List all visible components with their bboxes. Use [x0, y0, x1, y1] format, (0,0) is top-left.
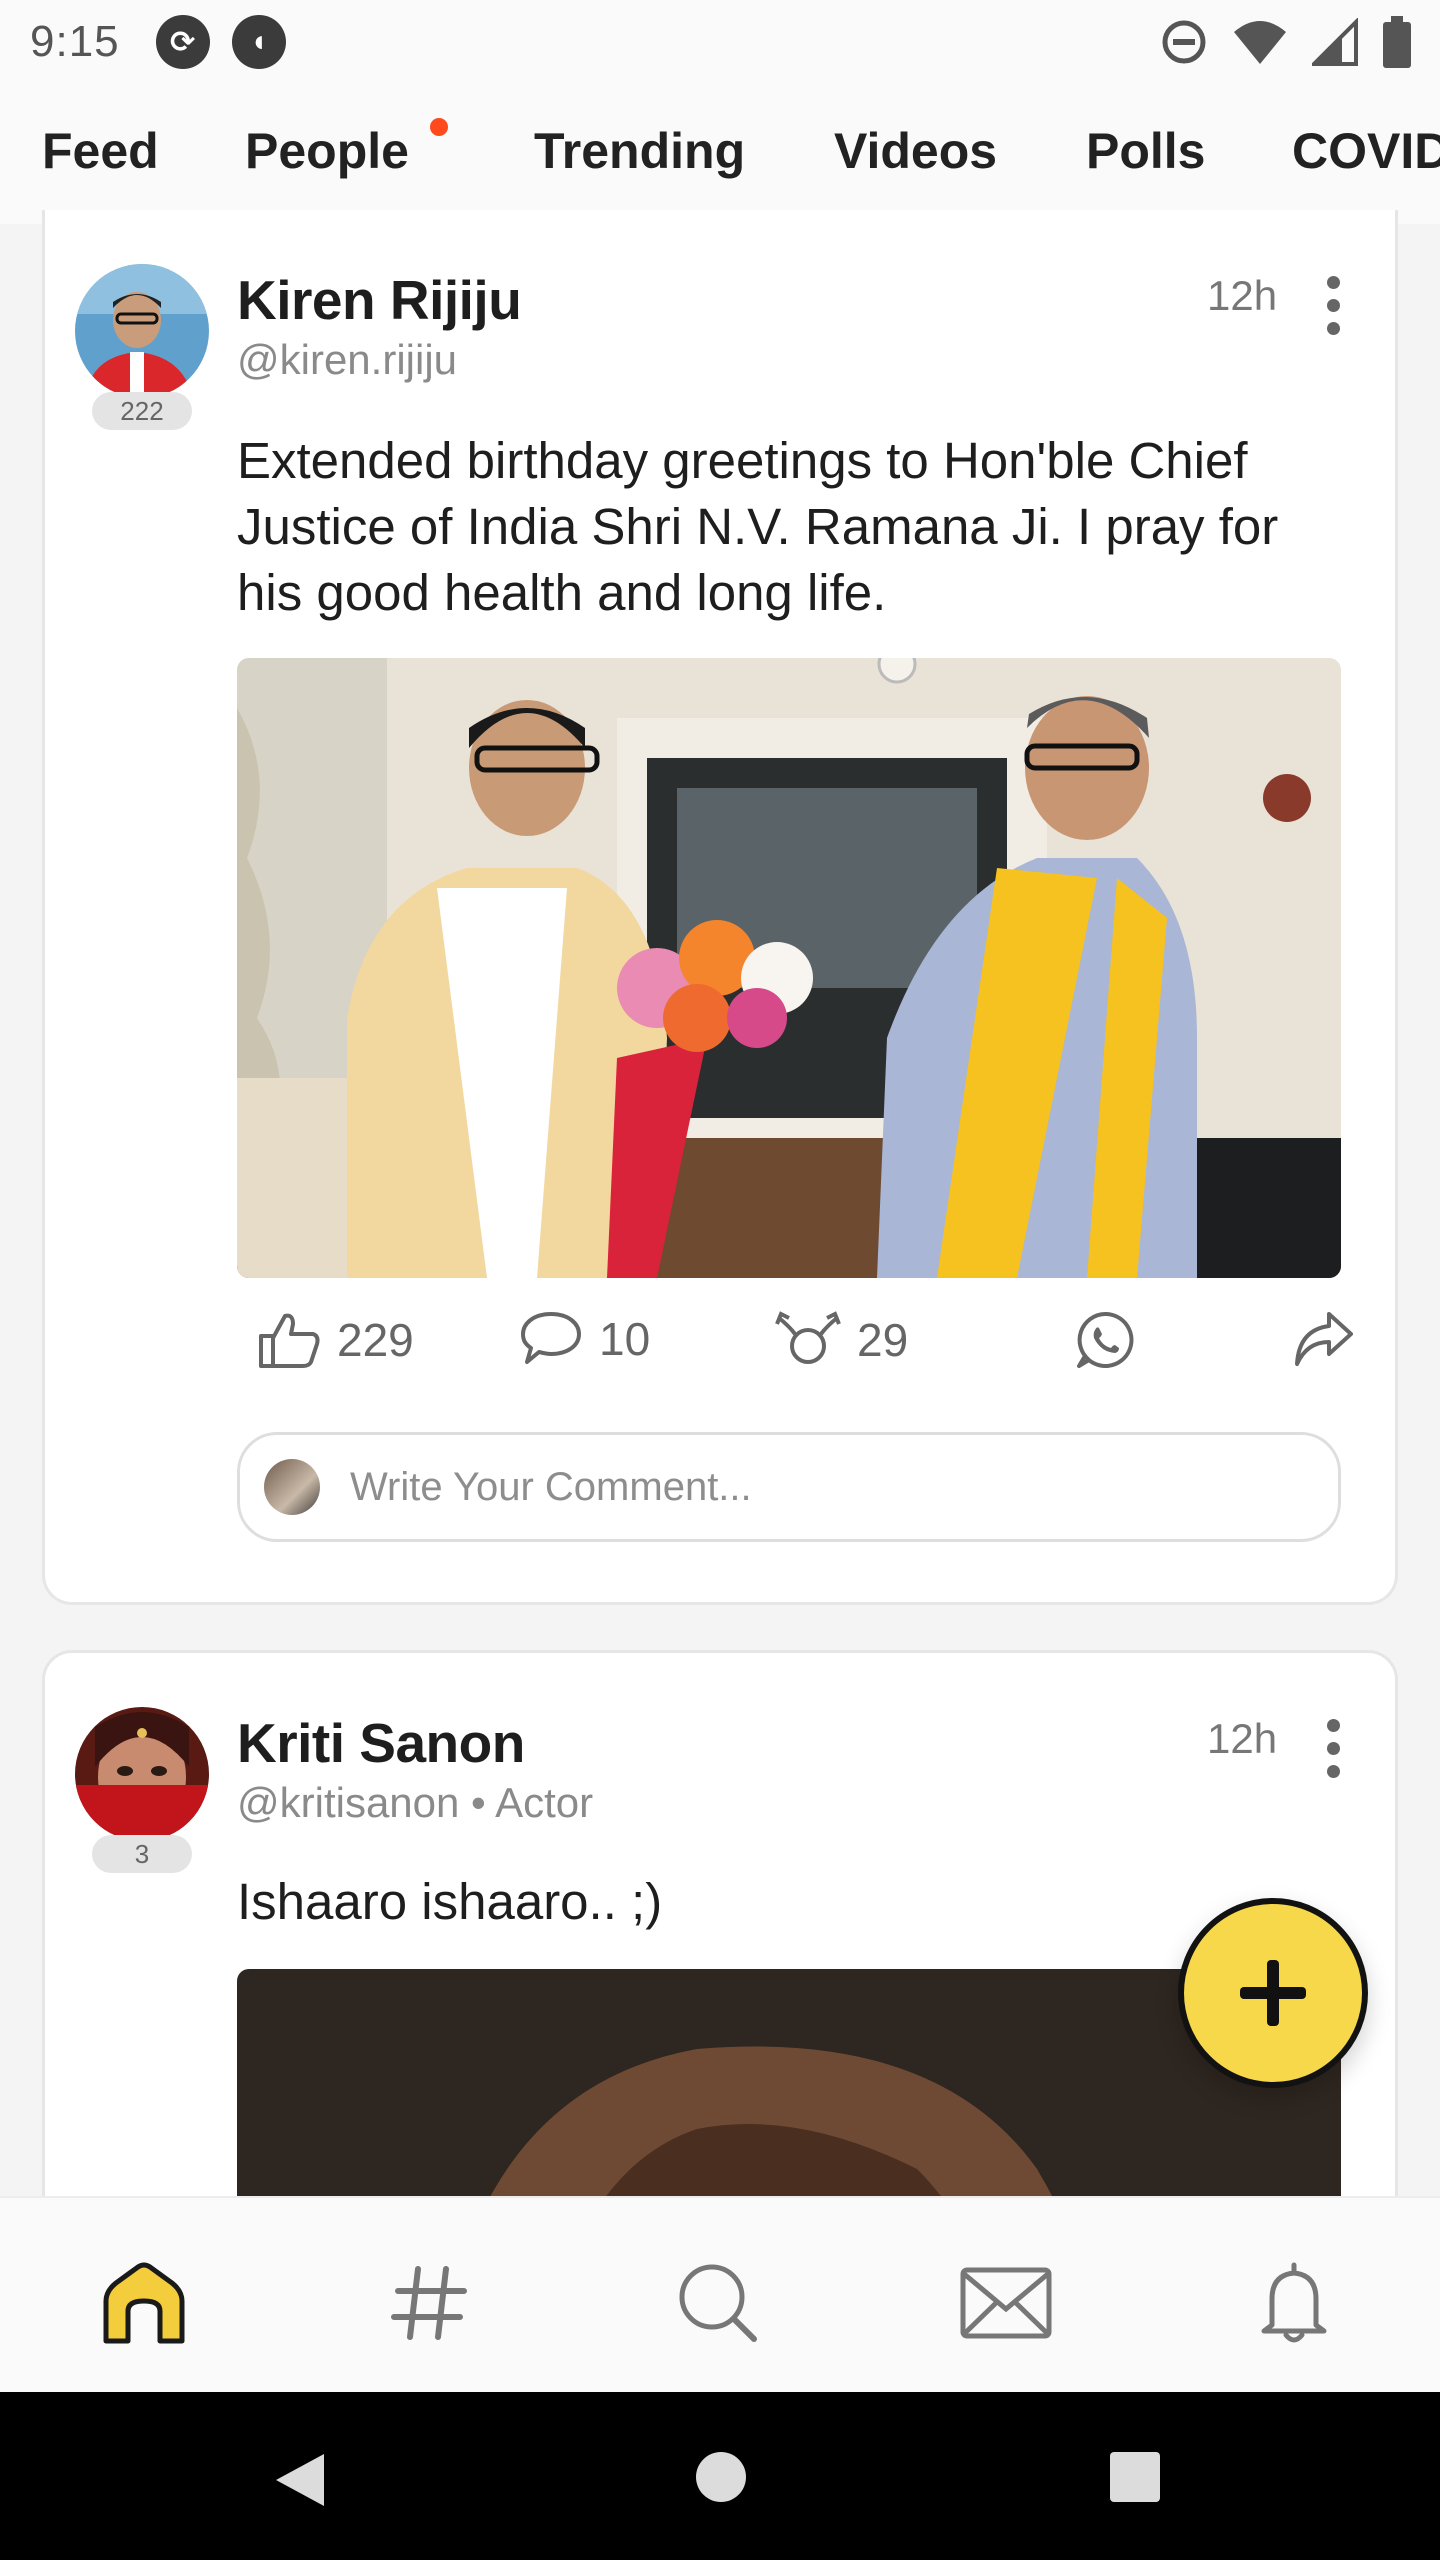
post-time: 12h — [1207, 272, 1278, 319]
post-author[interactable]: Kriti Sanon — [237, 1711, 525, 1775]
system-navigation-bar — [0, 2392, 1440, 2560]
whatsapp-icon — [1077, 1311, 1134, 1368]
repost-count: 29 — [857, 1314, 909, 1366]
tab-covid[interactable]: COVID — [1292, 122, 1440, 180]
post-author[interactable]: Kiren Rijiju — [237, 268, 522, 332]
comment-placeholder: Write Your Comment... — [350, 1464, 752, 1509]
tab-polls[interactable]: Polls — [1086, 122, 1205, 180]
tab-feed[interactable]: Feed — [42, 122, 159, 180]
plus-icon — [1240, 1960, 1306, 2026]
recents-icon[interactable] — [1108, 2450, 1162, 2504]
tab-videos[interactable]: Videos — [834, 122, 997, 180]
hashtag-icon[interactable] — [382, 2258, 478, 2348]
comment-count: 10 — [599, 1313, 651, 1365]
follower-badge: 3 — [92, 1835, 192, 1873]
current-user-avatar — [264, 1459, 320, 1515]
do-not-disturb-icon — [1162, 20, 1206, 64]
battery-icon — [1383, 16, 1411, 68]
post-card: 222 Kiren Rijiju @kiren.rijiju 12h Exten… — [42, 210, 1398, 1605]
share-button[interactable] — [1293, 1310, 1355, 1368]
post-actions: 229 10 29 — [257, 1310, 1367, 1390]
author-avatar[interactable] — [75, 1707, 209, 1841]
post-handle[interactable]: @kiren.rijiju — [237, 336, 457, 384]
back-icon[interactable] — [272, 2450, 328, 2510]
comment-input[interactable]: Write Your Comment... — [237, 1432, 1341, 1542]
more-options-icon[interactable] — [1327, 276, 1341, 345]
pocket-icon: ◖ — [231, 15, 286, 69]
search-icon[interactable] — [670, 2258, 766, 2348]
post-text: Ishaaro ishaaro.. ;) — [237, 1873, 663, 1930]
bottom-navigation — [0, 2196, 1440, 2392]
cell-signal-icon — [1312, 18, 1358, 66]
comment-button[interactable]: 10 — [519, 1310, 650, 1368]
status-bar: 9:15 ⟳ ◖ — [0, 0, 1440, 84]
like-button[interactable]: 229 — [257, 1310, 414, 1370]
tab-trending[interactable]: Trending — [534, 122, 745, 180]
people-notification-dot — [430, 118, 448, 136]
post-time: 12h — [1207, 1715, 1278, 1762]
more-options-icon[interactable] — [1327, 1719, 1341, 1788]
app-screen: 9:15 ⟳ ◖ Feed People Trending Videos Pol… — [0, 0, 1440, 2560]
wifi-icon — [1234, 21, 1286, 64]
tab-people[interactable]: People — [245, 122, 409, 180]
feed-tabs: Feed People Trending Videos Polls COVID — [0, 84, 1440, 224]
status-time: 9:15 — [30, 17, 120, 66]
follower-badge: 222 — [92, 392, 192, 430]
home-button-icon[interactable] — [694, 2450, 748, 2504]
notifications-icon[interactable] — [1246, 2258, 1342, 2348]
create-post-button[interactable] — [1178, 1898, 1368, 2088]
post-image[interactable] — [237, 658, 1341, 1278]
sync-icon: ⟳ — [155, 15, 210, 69]
messages-icon[interactable] — [958, 2258, 1054, 2348]
whatsapp-share-button[interactable] — [1075, 1310, 1135, 1370]
author-avatar[interactable] — [75, 264, 209, 398]
home-icon[interactable] — [96, 2258, 192, 2348]
share-icon — [1295, 1312, 1353, 1366]
repost-icon — [775, 1311, 841, 1364]
like-count: 229 — [337, 1314, 414, 1366]
repost-button[interactable]: 29 — [775, 1310, 908, 1370]
comment-icon — [521, 1312, 581, 1364]
thumbs-up-icon — [259, 1313, 320, 1368]
post-text: Extended birthday greetings to Hon'ble C… — [237, 432, 1279, 621]
post-handle[interactable]: @kritisanon • Actor — [237, 1779, 593, 1827]
